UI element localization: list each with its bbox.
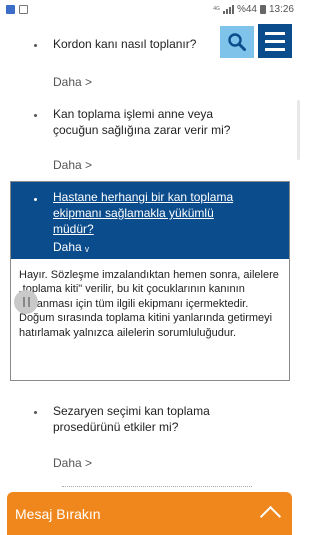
- bullet-icon: [34, 44, 37, 47]
- bullet-icon: [34, 114, 37, 117]
- bullet-icon: [34, 198, 37, 201]
- chevron-up-icon[interactable]: [259, 505, 282, 528]
- more-link[interactable]: Daha >: [53, 75, 92, 89]
- faq-question[interactable]: Kan toplama işlemi anne veya çocuğun sağ…: [53, 106, 258, 138]
- faq-question[interactable]: Sezaryen seçimi kan toplama prosedürünü …: [53, 403, 258, 435]
- less-link[interactable]: Daha ᵥ: [53, 240, 89, 254]
- faq-question[interactable]: Kordon kanı nasıl toplanır?: [53, 36, 258, 52]
- battery-icon: [259, 4, 266, 14]
- faq-expanded-header[interactable]: Hastane herhangi bir kan toplama ekipman…: [11, 182, 289, 259]
- image-notification-icon: [19, 4, 28, 14]
- faq-answer: Hayır. Sözleşme imzalandıktan hemen sonr…: [19, 269, 279, 339]
- faq-question[interactable]: Hastane herhangi bir kan toplama ekipman…: [53, 189, 253, 237]
- faq-item-expanded[interactable]: Hastane herhangi bir kan toplama ekipman…: [10, 181, 290, 381]
- drag-handle-icon[interactable]: [14, 290, 38, 314]
- status-bar: 4G %44 13:26: [0, 0, 300, 18]
- bullet-icon: [34, 411, 37, 414]
- more-link[interactable]: Daha >: [53, 456, 92, 470]
- network-type: 4G: [213, 5, 220, 12]
- leave-message-bar[interactable]: Mesaj Bırakın: [7, 492, 292, 535]
- battery-percent: %44: [236, 3, 257, 15]
- menu-button[interactable]: [258, 24, 292, 58]
- scrollbar[interactable]: [297, 100, 300, 160]
- app-notification-icon: [6, 4, 15, 14]
- more-link[interactable]: Daha >: [53, 158, 92, 172]
- signal-icon: [222, 4, 234, 14]
- clock: 13:26: [268, 3, 294, 15]
- leave-message-label: Mesaj Bırakın: [15, 505, 101, 522]
- hamburger-menu-icon: [265, 31, 285, 35]
